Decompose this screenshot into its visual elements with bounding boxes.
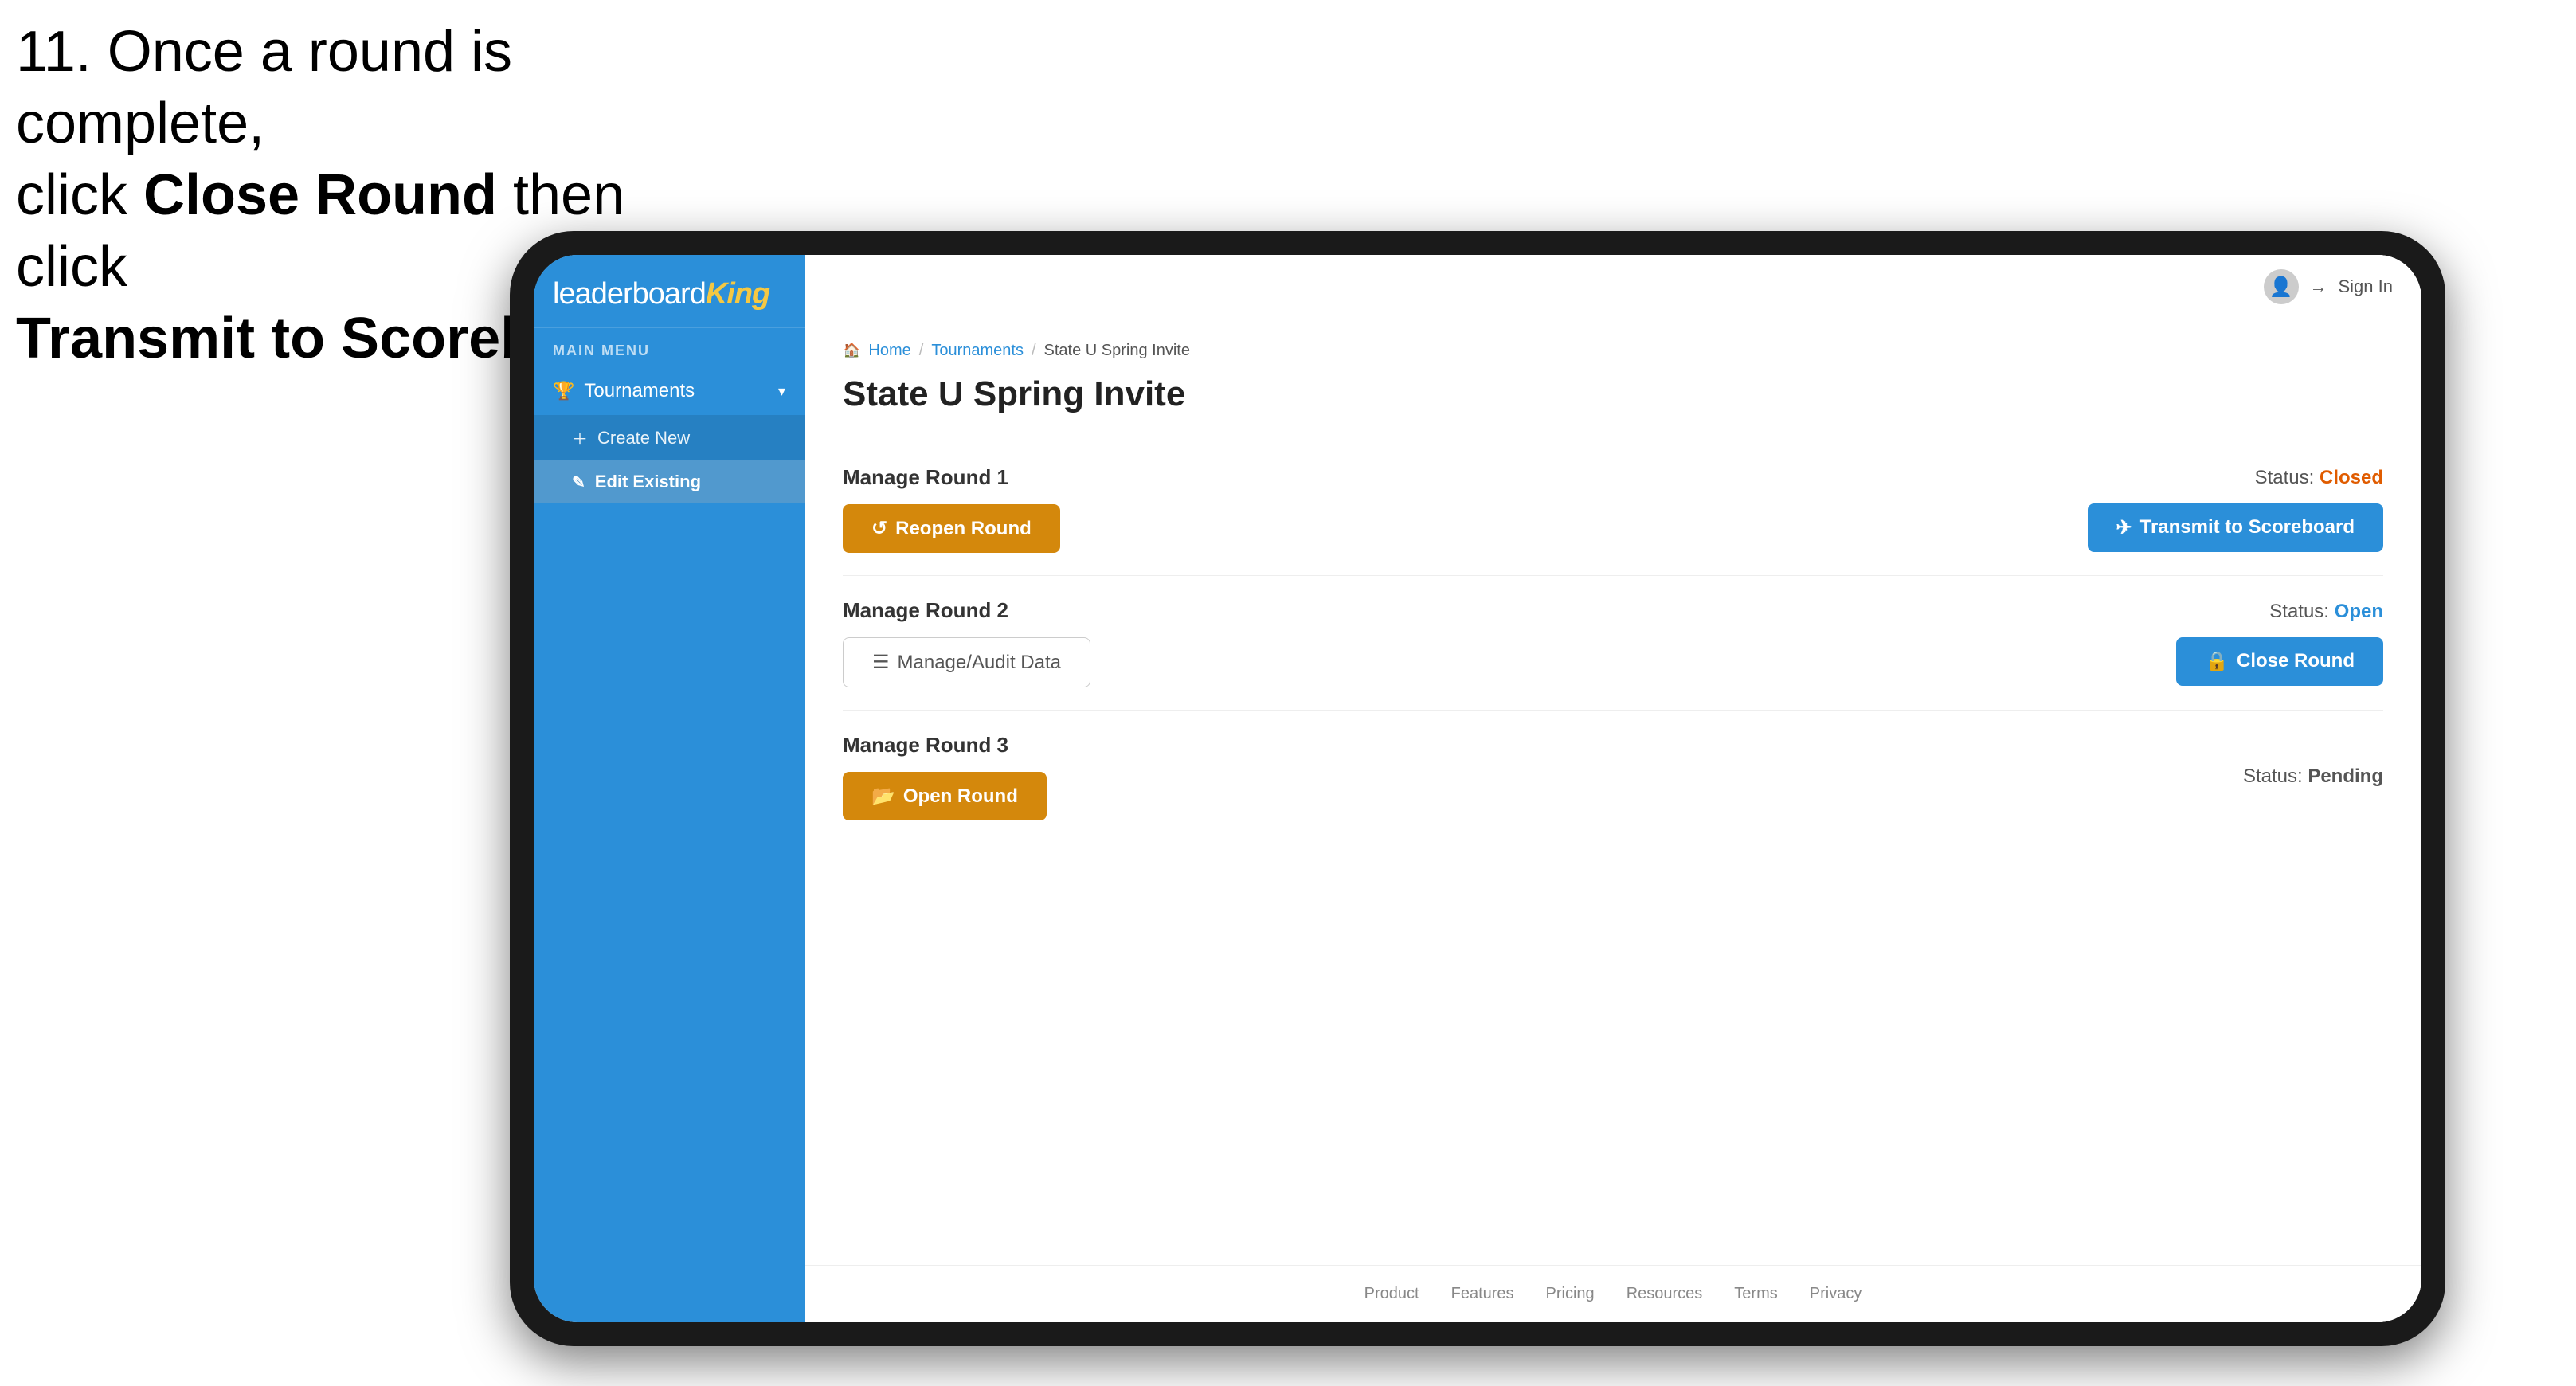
- breadcrumb: 🏠 Home / Tournaments / State U Spring In…: [843, 342, 2383, 360]
- close-round-label: Close Round: [2237, 650, 2355, 672]
- top-bar: 👤 → Sign In: [805, 255, 2421, 319]
- round-1-left: Manage Round 1 ↺ Reopen Round: [843, 465, 1060, 553]
- instruction-line2: click: [16, 163, 143, 227]
- instruction-line1: 11. Once a round is complete,: [16, 20, 512, 155]
- tablet-device: leaderboardKing MAIN MENU 🏆 Tournaments …: [510, 231, 2445, 1346]
- content-area: 🏠 Home / Tournaments / State U Spring In…: [805, 319, 2421, 1265]
- transmit-icon: ✈: [2116, 516, 2132, 539]
- chevron-down-icon: ▾: [778, 383, 785, 400]
- user-avatar: 👤: [2264, 269, 2299, 304]
- sidebar: leaderboardKing MAIN MENU 🏆 Tournaments …: [534, 255, 805, 1322]
- breadcrumb-sep2: /: [1032, 342, 1036, 360]
- round-3-left: Manage Round 3 📂 Open Round: [843, 733, 1047, 820]
- round-1-section: Manage Round 1 ↺ Reopen Round Status: Cl…: [843, 443, 2383, 576]
- sidebar-logo: leaderboardKing: [534, 255, 805, 328]
- plus-icon: ＋: [572, 426, 588, 449]
- round-1-status: Status: Closed: [2255, 467, 2383, 489]
- sign-in-text: Sign In: [2339, 276, 2394, 297]
- transmit-scoreboard-label: Transmit to Scoreboard: [2140, 516, 2355, 538]
- footer-pricing[interactable]: Pricing: [1546, 1285, 1595, 1303]
- footer-terms[interactable]: Terms: [1734, 1285, 1777, 1303]
- footer-privacy[interactable]: Privacy: [1810, 1285, 1862, 1303]
- footer-resources[interactable]: Resources: [1627, 1285, 1703, 1303]
- sign-in-label: →: [2310, 276, 2327, 297]
- reopen-round-button[interactable]: ↺ Reopen Round: [843, 504, 1060, 553]
- edit-existing-label: Edit Existing: [595, 472, 701, 492]
- round-3-section: Manage Round 3 📂 Open Round Status: Pend…: [843, 711, 2383, 843]
- round-3-status-value: Pending: [2308, 765, 2383, 787]
- round-2-status-value: Open: [2335, 601, 2383, 622]
- logo-king: King: [706, 277, 769, 311]
- round-2-left: Manage Round 2 ☰ Manage/Audit Data: [843, 598, 1090, 687]
- logo-leaderboard: leaderboard: [553, 277, 706, 311]
- open-round-button[interactable]: 📂 Open Round: [843, 772, 1047, 820]
- sidebar-item-create-new[interactable]: ＋ Create New: [534, 415, 805, 460]
- close-round-button[interactable]: 🔒 Close Round: [2176, 637, 2383, 686]
- sidebar-item-tournaments[interactable]: 🏆 Tournaments ▾: [534, 367, 805, 415]
- open-round-label: Open Round: [903, 785, 1018, 808]
- trophy-icon: 🏆: [553, 381, 574, 401]
- reopen-icon: ↺: [871, 517, 887, 540]
- page-title: State U Spring Invite: [843, 374, 2383, 414]
- instruction-bold1: Close Round: [143, 163, 497, 227]
- round-2-title: Manage Round 2: [843, 598, 1090, 623]
- logo: leaderboardKing: [553, 277, 785, 311]
- sidebar-tournaments-label: Tournaments: [584, 380, 695, 402]
- sidebar-item-edit-existing[interactable]: ✎ Edit Existing: [534, 460, 805, 503]
- round-2-right: Status: Open 🔒 Close Round: [2176, 601, 2383, 686]
- breadcrumb-sep1: /: [919, 342, 924, 360]
- manage-audit-label: Manage/Audit Data: [898, 652, 1061, 674]
- transmit-scoreboard-button[interactable]: ✈ Transmit to Scoreboard: [2088, 503, 2384, 552]
- home-icon: 🏠: [843, 343, 860, 359]
- footer-features[interactable]: Features: [1451, 1285, 1514, 1303]
- round-3-status: Status: Pending: [2243, 765, 2383, 788]
- round-1-title: Manage Round 1: [843, 465, 1060, 490]
- tablet-screen: leaderboardKing MAIN MENU 🏆 Tournaments …: [534, 255, 2421, 1322]
- round-2-section: Manage Round 2 ☰ Manage/Audit Data Statu…: [843, 576, 2383, 711]
- menu-label: MAIN MENU: [534, 328, 805, 367]
- sidebar-sub-menu: ＋ Create New ✎ Edit Existing: [534, 415, 805, 503]
- round-1-right: Status: Closed ✈ Transmit to Scoreboard: [2088, 467, 2384, 552]
- breadcrumb-tournaments[interactable]: Tournaments: [931, 342, 1024, 360]
- reopen-round-label: Reopen Round: [895, 518, 1032, 540]
- create-new-label: Create New: [597, 428, 690, 448]
- app-footer: Product Features Pricing Resources Terms…: [805, 1265, 2421, 1322]
- lock-icon: 🔒: [2205, 650, 2229, 673]
- round-3-right: Status: Pending: [2243, 765, 2383, 788]
- round-1-status-value: Closed: [2320, 467, 2383, 488]
- folder-icon: 📂: [871, 785, 895, 808]
- edit-icon: ✎: [572, 472, 585, 492]
- app-layout: leaderboardKing MAIN MENU 🏆 Tournaments …: [534, 255, 2421, 1322]
- footer-product[interactable]: Product: [1364, 1285, 1419, 1303]
- audit-icon: ☰: [872, 651, 890, 674]
- round-3-title: Manage Round 3: [843, 733, 1047, 758]
- sign-in-area[interactable]: 👤 → Sign In: [2264, 269, 2394, 304]
- breadcrumb-home[interactable]: Home: [868, 342, 910, 360]
- breadcrumb-current: State U Spring Invite: [1044, 342, 1190, 360]
- manage-audit-button[interactable]: ☰ Manage/Audit Data: [843, 637, 1090, 687]
- round-2-status: Status: Open: [2269, 601, 2383, 623]
- main-content: 👤 → Sign In 🏠 Home / Tournaments / State: [805, 255, 2421, 1322]
